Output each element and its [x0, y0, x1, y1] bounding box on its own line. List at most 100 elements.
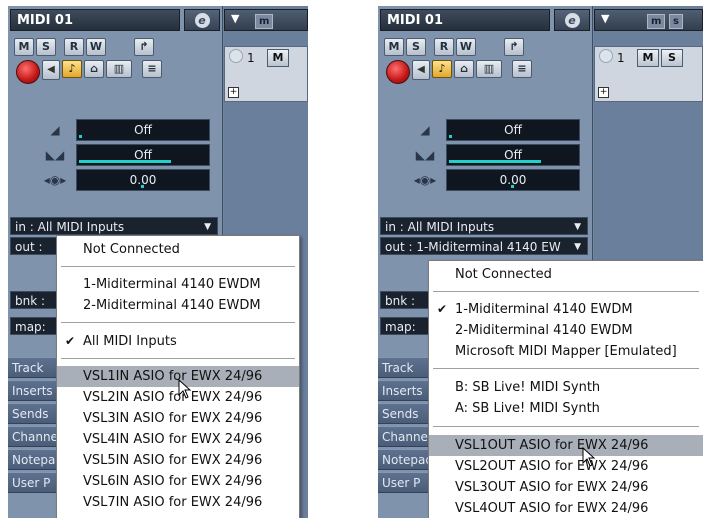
menu-item-label: VSL1OUT ASIO for EWX 24/96	[455, 438, 649, 453]
input-value: All MIDI Inputs	[37, 220, 125, 234]
track-solo-button[interactable]: S	[661, 49, 683, 67]
record-enable-button[interactable]	[16, 60, 40, 84]
menu-item[interactable]: VSL4OUT ASIO for EWX 24/96	[429, 498, 703, 518]
track-buttons-row-2: ◀ ♪ ⌂ ▥ ≡	[16, 60, 162, 84]
edit-instrument-button[interactable]: e	[184, 9, 220, 31]
midi-input-select[interactable]: in : All MIDI Inputs ▼	[10, 217, 218, 235]
menu-item-label: VSL5IN ASIO for EWX 24/96	[83, 453, 263, 468]
midi-tab[interactable]: m	[647, 14, 666, 29]
menu-item[interactable]: Not Connected	[57, 239, 299, 260]
solo-button[interactable]: S	[36, 38, 56, 56]
monitor-icon[interactable]: ◀	[412, 60, 430, 80]
track-title[interactable]: MIDI 01	[10, 9, 180, 31]
menu-item[interactable]: Not Connected	[429, 264, 703, 285]
track-row[interactable]: 1 M +	[224, 46, 308, 102]
delay-icon: ◂◉▸	[413, 173, 437, 187]
menu-item-label: VSL3OUT ASIO for EWX 24/96	[455, 480, 649, 495]
write-automation-button[interactable]: W	[456, 38, 476, 56]
menu-item-label: VSL2OUT ASIO for EWX 24/96	[455, 459, 649, 474]
menu-item-highlighted[interactable]: VSL1OUT ASIO for EWX 24/96	[429, 435, 703, 456]
output-value: 1-Miditerminal 4140 EW	[416, 240, 561, 254]
note-icon[interactable]: ♪	[432, 60, 452, 78]
menu-item[interactable]: VSL2OUT ASIO for EWX 24/96	[429, 456, 703, 477]
midi-output-menu: Not Connected ✔ 1-Miditerminal 4140 EWDM …	[428, 260, 703, 518]
menu-item[interactable]: 2-Miditerminal 4140 EWDM	[57, 295, 299, 316]
track-number: 1	[617, 51, 625, 65]
delay-display[interactable]: 0.00	[446, 169, 580, 191]
solo-tab[interactable]: s	[669, 14, 683, 29]
keyboard-icon[interactable]: ▥	[106, 60, 132, 78]
menu-item[interactable]: VSL7IN ASIO for EWX 24/96	[57, 492, 299, 513]
monitor-icon[interactable]: ◀	[42, 60, 60, 80]
mute-button[interactable]: M	[14, 38, 34, 56]
lock-icon[interactable]: ⌂	[84, 60, 104, 78]
volume-value: Off	[134, 123, 152, 137]
keyboard-icon[interactable]: ▥	[476, 60, 502, 78]
mute-button[interactable]: M	[384, 38, 404, 56]
solo-button[interactable]: S	[406, 38, 426, 56]
record-enable-button[interactable]	[386, 60, 410, 84]
menu-item[interactable]: VSL3IN ASIO for EWX 24/96	[57, 408, 299, 429]
midi-input-select[interactable]: in : All MIDI Inputs ▼	[380, 217, 588, 235]
menu-divider	[433, 291, 699, 292]
read-automation-button[interactable]: R	[64, 38, 84, 56]
menu-item[interactable]: VSL4IN ASIO for EWX 24/96	[57, 429, 299, 450]
note-icon[interactable]: ♪	[62, 60, 82, 78]
edit-icon: e	[194, 13, 210, 28]
bank-label: bnk :	[15, 294, 46, 308]
track-number: 1	[247, 51, 255, 65]
track-title[interactable]: MIDI 01	[380, 9, 550, 31]
menu-item[interactable]: A: SB Live! MIDI Synth	[429, 398, 703, 419]
menu-item[interactable]: VSL5IN ASIO for EWX 24/96	[57, 450, 299, 471]
edit-instrument-button[interactable]: e	[554, 9, 590, 31]
track-mute-button[interactable]: M	[267, 49, 289, 67]
volume-row: ◢ Off	[378, 119, 592, 141]
pan-display[interactable]: Off	[76, 144, 210, 166]
expand-icon[interactable]: +	[228, 87, 239, 98]
pan-meter	[79, 160, 171, 163]
track-buttons-row: M S R W ↱	[14, 38, 154, 58]
chevron-down-icon[interactable]: ▼	[231, 12, 239, 25]
chevron-down-icon[interactable]: ▼	[601, 12, 609, 25]
menu-item-label: B: SB Live! MIDI Synth	[455, 380, 601, 395]
editor-icon[interactable]: ≡	[512, 60, 532, 78]
menu-item[interactable]: B: SB Live! MIDI Synth	[429, 377, 703, 398]
midi-output-select[interactable]: out : 1-Miditerminal 4140 EW ▼	[380, 237, 588, 255]
map-label: map:	[385, 320, 416, 334]
menu-item-selected[interactable]: ✔ 1-Miditerminal 4140 EWDM	[429, 299, 703, 320]
edit-icon: e	[564, 13, 580, 28]
read-automation-button[interactable]: R	[434, 38, 454, 56]
menu-item-label: VSL4IN ASIO for EWX 24/96	[83, 432, 263, 447]
input-value: All MIDI Inputs	[407, 220, 495, 234]
chevron-down-icon: ▼	[204, 222, 211, 232]
output-label: out :	[15, 240, 43, 254]
menu-item-label: VSL2IN ASIO for EWX 24/96	[83, 390, 263, 405]
volume-display[interactable]: Off	[76, 119, 210, 141]
menu-item[interactable]: VSL6IN ASIO for EWX 24/96	[57, 471, 299, 492]
menu-item-selected[interactable]: ✔ All MIDI Inputs	[57, 331, 299, 352]
route-icon[interactable]: ↱	[134, 38, 154, 56]
volume-display[interactable]: Off	[446, 119, 580, 141]
lock-icon[interactable]: ⌂	[454, 60, 474, 78]
pan-display[interactable]: Off	[446, 144, 580, 166]
menu-item-label: Not Connected	[455, 267, 552, 282]
menu-item[interactable]: Microsoft MIDI Mapper [Emulated]	[429, 341, 703, 362]
route-icon[interactable]: ↱	[504, 38, 524, 56]
expand-icon[interactable]: +	[598, 87, 609, 98]
track-mute-button[interactable]: M	[637, 49, 659, 67]
menu-item[interactable]: 1-Miditerminal 4140 EWDM	[57, 274, 299, 295]
menu-item[interactable]: 2-Miditerminal 4140 EWDM	[429, 320, 703, 341]
right-track-inspector-panel: MIDI 01 e M S R W ↱ ◀ ♪ ⌂ ▥ ≡ ◢ Off ◣◢ O…	[378, 6, 703, 518]
write-automation-button[interactable]: W	[86, 38, 106, 56]
menu-item[interactable]: VSL3OUT ASIO for EWX 24/96	[429, 477, 703, 498]
pan-row: ◣◢ Off	[8, 144, 222, 166]
delay-row: ◂◉▸ 0.00	[8, 169, 222, 191]
midi-tab[interactable]: m	[255, 14, 274, 29]
track-row[interactable]: 1 M S +	[594, 46, 703, 102]
track-icon	[229, 49, 243, 63]
menu-item-label: 2-Miditerminal 4140 EWDM	[455, 323, 633, 338]
project-header: ▼ m	[224, 9, 308, 31]
delay-display[interactable]: 0.00	[76, 169, 210, 191]
editor-icon[interactable]: ≡	[142, 60, 162, 78]
menu-item-label: 1-Miditerminal 4140 EWDM	[83, 277, 261, 292]
